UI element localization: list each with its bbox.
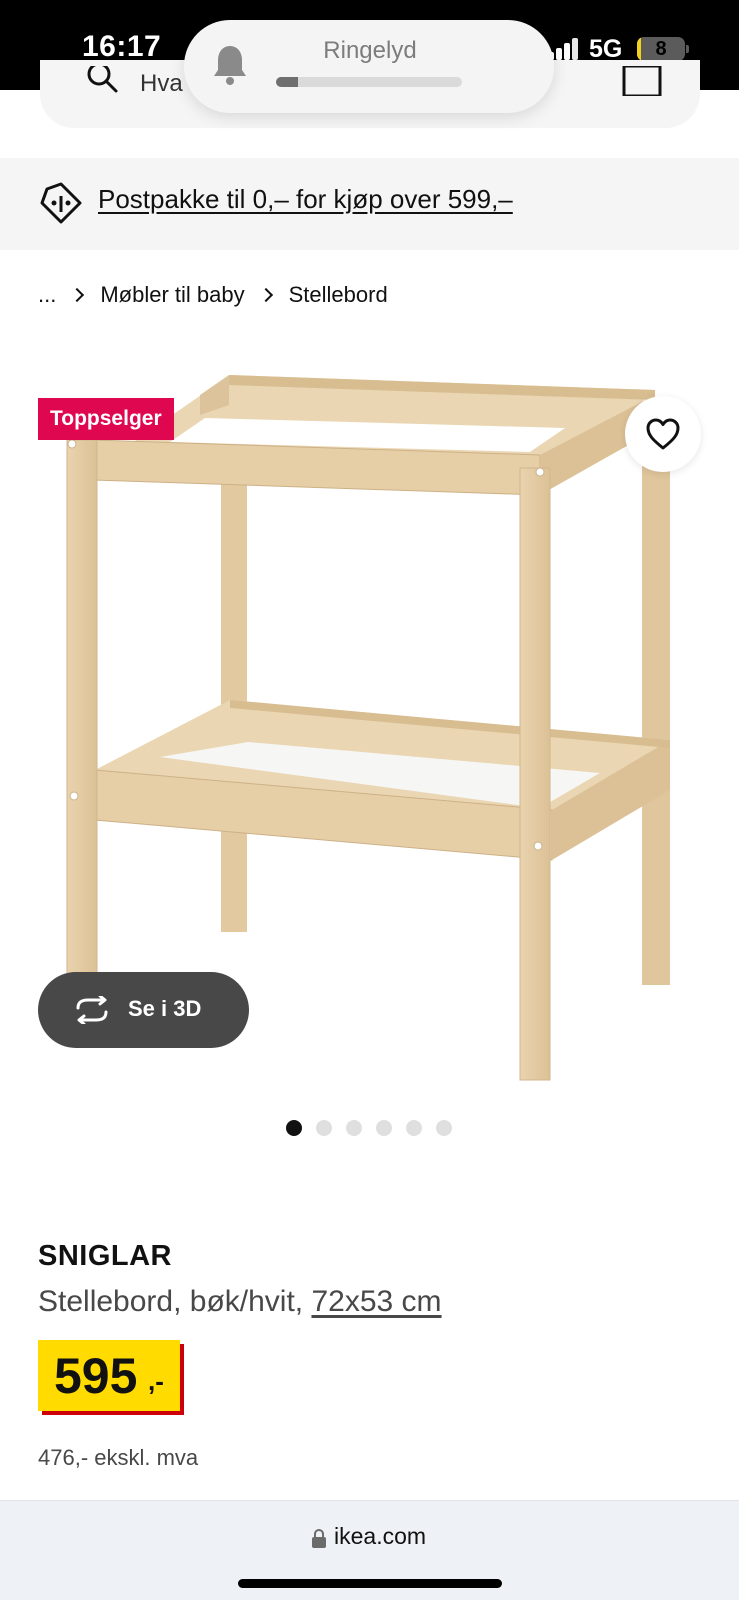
image-carousel-dots xyxy=(286,1120,452,1136)
heart-icon xyxy=(646,418,680,450)
price-tag-icon xyxy=(40,182,82,224)
ringer-volume-overlay: Ringelyd xyxy=(184,20,554,113)
carousel-dot[interactable] xyxy=(436,1120,452,1136)
battery-percent-label: 8 xyxy=(655,38,667,60)
carousel-dot[interactable] xyxy=(346,1120,362,1136)
ringer-volume-bar xyxy=(276,77,462,87)
carousel-dot[interactable] xyxy=(376,1120,392,1136)
breadcrumb-ellipsis[interactable]: ... xyxy=(38,282,56,308)
rotate-3d-icon xyxy=(76,996,108,1024)
battery-icon: 8 xyxy=(637,37,685,61)
chevron-right-icon xyxy=(258,287,273,303)
carousel-dot[interactable] xyxy=(286,1120,302,1136)
product-name: SNIGLAR xyxy=(38,1240,172,1272)
url-label[interactable]: ikea.com xyxy=(334,1523,426,1550)
product-size-link[interactable]: 72x53 cm xyxy=(311,1285,441,1318)
shopping-bag-icon[interactable] xyxy=(620,66,664,96)
product-description: Stellebord, bøk/hvit, 72x53 cm xyxy=(38,1285,442,1319)
search-icon xyxy=(87,66,118,93)
shipping-promo-link[interactable]: Postpakke til 0,– for kjøp over 599,– xyxy=(98,184,513,215)
search-input[interactable]: Hva xyxy=(140,70,183,98)
carousel-dot[interactable] xyxy=(316,1120,332,1136)
battery-cap xyxy=(686,45,689,53)
breadcrumb: ... Møbler til baby Stellebord xyxy=(38,280,388,310)
breadcrumb-item-baby-furniture[interactable]: Møbler til baby xyxy=(100,282,244,308)
ringer-volume-fill xyxy=(276,77,299,87)
status-time: 16:17 xyxy=(82,30,162,63)
bestseller-badge: Toppselger xyxy=(38,398,174,440)
breadcrumb-item-changing-table[interactable]: Stellebord xyxy=(289,282,388,308)
chevron-right-icon xyxy=(70,287,85,303)
price-tag: 595 ,- xyxy=(38,1340,180,1411)
view-in-3d-button[interactable]: Se i 3D xyxy=(38,972,249,1048)
price-suffix: ,- xyxy=(148,1366,164,1396)
shipping-promo-bar: Postpakke til 0,– for kjøp over 599,– xyxy=(0,158,739,250)
carousel-dot[interactable] xyxy=(406,1120,422,1136)
view-in-3d-label: Se i 3D xyxy=(128,996,202,1021)
price-value: 595 xyxy=(54,1348,138,1404)
home-indicator[interactable] xyxy=(238,1579,502,1588)
ringer-label: Ringelyd xyxy=(323,37,417,64)
lock-icon xyxy=(312,1529,326,1548)
bell-icon xyxy=(214,46,246,85)
browser-address-bar[interactable]: ikea.com xyxy=(0,1500,739,1600)
product-type-text: Stellebord, bøk/hvit, xyxy=(38,1285,312,1318)
price-excl-vat: 476,- ekskl. mva xyxy=(38,1445,199,1470)
favourite-button[interactable] xyxy=(625,396,701,472)
